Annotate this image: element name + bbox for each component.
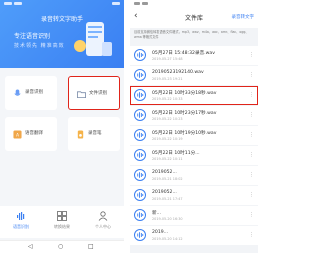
audio-file-icon xyxy=(134,149,146,161)
status-bar xyxy=(134,2,194,6)
file-date: 2019-05-21 18:02 xyxy=(152,177,183,181)
file-name: 2019052... xyxy=(152,170,177,175)
file-list-item[interactable]: 05月22日 10时11分... 2019-05-22 10:11 ⋮ xyxy=(130,146,258,165)
profile-icon xyxy=(98,211,108,221)
tile-recorder[interactable]: 录音笔 xyxy=(68,117,120,151)
file-name: 2019052... xyxy=(152,190,177,195)
file-date: 2019-05-20 14:12 xyxy=(152,237,183,241)
tile-record-recognize[interactable]: 录音识别 xyxy=(5,76,57,110)
audio-file-icon xyxy=(134,129,146,141)
file-date: 2019-05-22 10:33 xyxy=(152,97,183,101)
more-dots-icon[interactable]: ⋮ xyxy=(249,52,254,58)
file-date: 2019-05-20 16:30 xyxy=(152,217,183,221)
system-navigation-bar: ◁ ○ □ xyxy=(0,240,124,253)
audio-file-icon xyxy=(134,169,146,181)
status-bar xyxy=(4,2,120,8)
file-date: 2019-05-22 10:23 xyxy=(152,117,183,121)
file-name: 05月27日 15:48:32录音.wav xyxy=(152,51,215,56)
nav-label: 语音识别 xyxy=(13,224,29,229)
file-name: 05月22日 10时19分10秒.wav xyxy=(152,131,217,136)
more-dots-icon[interactable]: ⋮ xyxy=(249,112,254,118)
more-dots-icon[interactable]: ⋮ xyxy=(249,172,254,178)
voice-icon xyxy=(17,212,25,220)
folder-icon xyxy=(77,91,86,99)
audio-file-icon xyxy=(134,109,146,121)
phone-illustration-icon xyxy=(74,22,112,56)
audio-file-icon xyxy=(134,189,146,201)
tile-voice-translate[interactable]: A 语音翻译 xyxy=(5,117,57,151)
tile-label: 录音识别 xyxy=(25,90,43,95)
tile-label: 录音笔 xyxy=(88,131,102,136)
more-dots-icon[interactable]: ⋮ xyxy=(249,212,254,218)
file-list-item[interactable]: 新... 2019-05-20 16:30 ⋮ xyxy=(130,206,258,225)
file-name: 05月22日 10时11分... xyxy=(152,151,200,156)
more-dots-icon[interactable]: ⋮ xyxy=(249,232,254,238)
translate-icon: A xyxy=(13,130,22,139)
more-dots-icon[interactable]: ⋮ xyxy=(249,72,254,78)
banner-tagline: 技术领先 精准高效 xyxy=(14,43,65,49)
more-dots-icon[interactable]: ⋮ xyxy=(249,192,254,198)
file-name: 新... xyxy=(152,211,161,216)
file-date: 2019-05-21 17:47 xyxy=(152,197,183,201)
file-list: 05月27日 15:48:32录音.wav 2019-05-27 15:48 ⋮ 20… xyxy=(130,46,258,246)
nav-profile[interactable]: 个人中心 xyxy=(88,211,118,230)
more-dots-icon[interactable]: ⋮ xyxy=(249,132,254,138)
file-name: 2019... xyxy=(152,230,169,235)
recorder-icon xyxy=(77,130,84,139)
tile-label: 文件识别 xyxy=(89,91,107,96)
more-dots-icon[interactable]: ⋮ xyxy=(249,92,254,98)
audio-file-icon xyxy=(134,49,146,61)
more-dots-icon[interactable]: ⋮ xyxy=(249,152,254,158)
home-circle-icon[interactable]: ○ xyxy=(58,244,63,250)
file-name: 20190523192140.wav xyxy=(152,70,204,75)
nav-label: 个人中心 xyxy=(95,224,111,229)
audio-file-icon xyxy=(134,229,146,241)
supported-formats-hint: 目前支持微信转发语音文件格式，mp3、wav、m4a、aac、amr、flac、… xyxy=(134,30,249,39)
grid-icon xyxy=(57,211,67,221)
file-name: 05月22日 10时33分18秒.wav xyxy=(152,91,217,96)
record-to-text-link[interactable]: 录音转文字 xyxy=(232,14,255,20)
home-banner: 录音转文字助手 专注语音识别 技术领先 精准高效 xyxy=(0,0,124,68)
audio-file-icon xyxy=(134,89,146,101)
tile-file-recognize[interactable]: 文件识别 xyxy=(68,76,120,110)
file-date: 2019-05-22 10:11 xyxy=(152,157,183,161)
nav-voice-recognize[interactable]: 语音识别 xyxy=(6,211,36,230)
file-library-header: ‹ 文件库 录音转文字 xyxy=(130,0,258,28)
home-screen: 录音转文字助手 专注语音识别 技术领先 精准高效 录音识别 文件识别 A 语音翻… xyxy=(0,0,124,253)
bottom-navigation: 语音识别 转换结果 个人中心 xyxy=(0,206,124,238)
banner-slogan: 专注语音识别 xyxy=(14,33,51,40)
file-library-screen: ‹ 文件库 录音转文字 目前支持微信转发语音文件格式，mp3、wav、m4a、a… xyxy=(130,0,258,253)
back-triangle-icon[interactable]: ◁ xyxy=(28,244,33,250)
file-name: 05月22日 10时23分17秒.wav xyxy=(152,111,217,116)
file-date: 2019-05-22 10:19 xyxy=(152,137,183,141)
file-list-item[interactable]: 05月27日 15:48:32录音.wav 2019-05-27 15:48 ⋮ xyxy=(130,46,258,65)
file-list-item[interactable]: 2019052... 2019-05-21 18:02 ⋮ xyxy=(130,166,258,185)
nav-label: 转换结果 xyxy=(54,224,70,229)
nav-results[interactable]: 转换结果 xyxy=(47,211,77,230)
file-date: 2019-05-27 15:48 xyxy=(152,57,183,61)
microphone-icon xyxy=(14,89,21,96)
audio-file-icon xyxy=(134,209,146,221)
audio-file-icon xyxy=(134,69,146,81)
tile-label: 语音翻译 xyxy=(25,131,43,136)
file-list-item[interactable]: 05月22日 10时19分10秒.wav 2019-05-22 10:19 ⋮ xyxy=(130,126,258,145)
file-list-item[interactable]: 2019... 2019-05-20 14:12 ⋮ xyxy=(130,226,258,245)
file-list-item[interactable]: 05月22日 10时33分18秒.wav 2019-05-22 10:33 ⋮ xyxy=(130,86,258,105)
file-list-item[interactable]: 20190523192140.wav 2019-05-23 19:21 ⋮ xyxy=(130,66,258,85)
recents-square-icon[interactable]: □ xyxy=(88,244,94,250)
file-list-item[interactable]: 05月22日 10时23分17秒.wav 2019-05-22 10:23 ⋮ xyxy=(130,106,258,125)
file-date: 2019-05-23 19:21 xyxy=(152,77,183,81)
file-list-item[interactable]: 2019052... 2019-05-21 17:47 ⋮ xyxy=(130,186,258,205)
